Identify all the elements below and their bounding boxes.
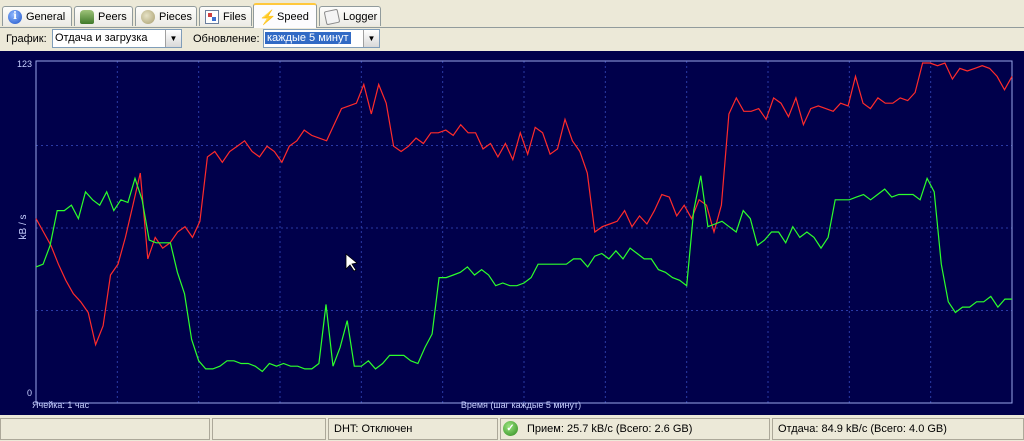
graph-toolbar: График: Отдача и загрузка ▼ Обновление: …	[0, 28, 1024, 50]
y-tick-zero: 0	[27, 388, 32, 398]
tab-peers[interactable]: Peers	[74, 6, 133, 26]
logger-icon	[323, 8, 341, 25]
graph-type-value: Отдача и загрузка	[55, 32, 148, 44]
speed-chart: 123 0 kB / s Ячейка: 1 час Время (шаг ка…	[0, 51, 1024, 415]
download-status: Прием: 25.7 kB/c (Всего: 2.6 GB)	[500, 418, 770, 440]
tab-label: Logger	[343, 10, 378, 23]
tab-general[interactable]: i General	[2, 6, 72, 26]
speed-chart-svg: 123 0 kB / s Ячейка: 1 час Время (шаг ка…	[17, 59, 1013, 410]
tab-speed[interactable]: ⚡ Speed	[253, 3, 317, 28]
peers-icon	[80, 9, 94, 24]
files-icon	[205, 9, 219, 24]
tab-logger[interactable]: Logger	[319, 6, 381, 26]
tab-pieces[interactable]: Pieces	[135, 6, 197, 26]
tab-label: Speed	[277, 10, 309, 23]
tab-label: General	[26, 10, 66, 23]
dht-status: DHT: Отключен	[328, 418, 498, 440]
update-label: Обновление:	[193, 33, 260, 45]
tab-bar: i General Peers Pieces Files ⚡ Speed Log…	[0, 0, 1024, 28]
graph-type-select[interactable]: Отдача и загрузка ▼	[52, 29, 182, 48]
pieces-icon	[141, 9, 155, 24]
tab-label: Pieces	[159, 10, 193, 23]
status-panel-2	[212, 418, 326, 440]
y-tick-max: 123	[17, 59, 32, 69]
update-interval-select[interactable]: каждые 5 минут ▼	[263, 29, 380, 48]
y-axis-label: kB / s	[18, 214, 29, 239]
info-icon: i	[8, 9, 22, 24]
status-panel-1	[0, 418, 210, 440]
upload-status: Отдача: 84.9 kB/c (Всего: 4.0 GB)	[772, 418, 1024, 440]
tab-files[interactable]: Files	[199, 6, 252, 26]
chevron-down-icon[interactable]: ▼	[165, 30, 181, 47]
tab-label: Peers	[98, 10, 127, 23]
connection-ok-icon: ✓	[503, 421, 518, 436]
tab-label: Files	[223, 10, 247, 23]
speed-icon: ⚡	[259, 8, 277, 25]
cell-size-label: Ячейка: 1 час	[32, 400, 90, 410]
update-interval-value: каждые 5 минут	[265, 32, 351, 44]
x-axis-label: Время (шаг каждые 5 минут)	[461, 400, 581, 410]
graph-label: График:	[6, 33, 47, 45]
chevron-down-icon[interactable]: ▼	[363, 30, 379, 47]
mouse-cursor-icon	[345, 253, 358, 272]
